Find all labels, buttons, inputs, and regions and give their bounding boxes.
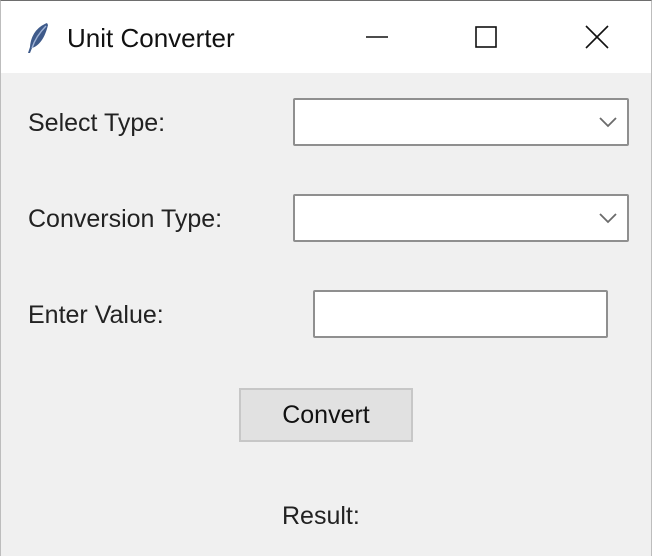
- chevron-down-icon[interactable]: [597, 112, 619, 132]
- close-icon: [585, 25, 609, 49]
- window-title: Unit Converter: [67, 23, 235, 53]
- close-button[interactable]: [569, 11, 625, 63]
- minimize-icon: [365, 25, 389, 49]
- select-type-combobox[interactable]: [293, 98, 629, 146]
- value-input[interactable]: [313, 290, 608, 338]
- maximize-button[interactable]: [458, 11, 514, 63]
- select-type-label: Select Type:: [28, 109, 166, 137]
- chevron-down-icon[interactable]: [597, 208, 619, 228]
- feather-icon: [25, 21, 51, 55]
- convert-button[interactable]: Convert: [239, 388, 413, 442]
- enter-value-label: Enter Value:: [28, 301, 164, 329]
- app-window: Unit Converter Select Type: Conversion T…: [0, 0, 652, 556]
- title-bar[interactable]: Unit Converter: [1, 1, 651, 73]
- maximize-icon: [474, 25, 498, 49]
- minimize-button[interactable]: [349, 11, 405, 63]
- conversion-type-label: Conversion Type:: [28, 205, 223, 233]
- conversion-type-combobox[interactable]: [293, 194, 629, 242]
- result-label: Result:: [282, 502, 360, 530]
